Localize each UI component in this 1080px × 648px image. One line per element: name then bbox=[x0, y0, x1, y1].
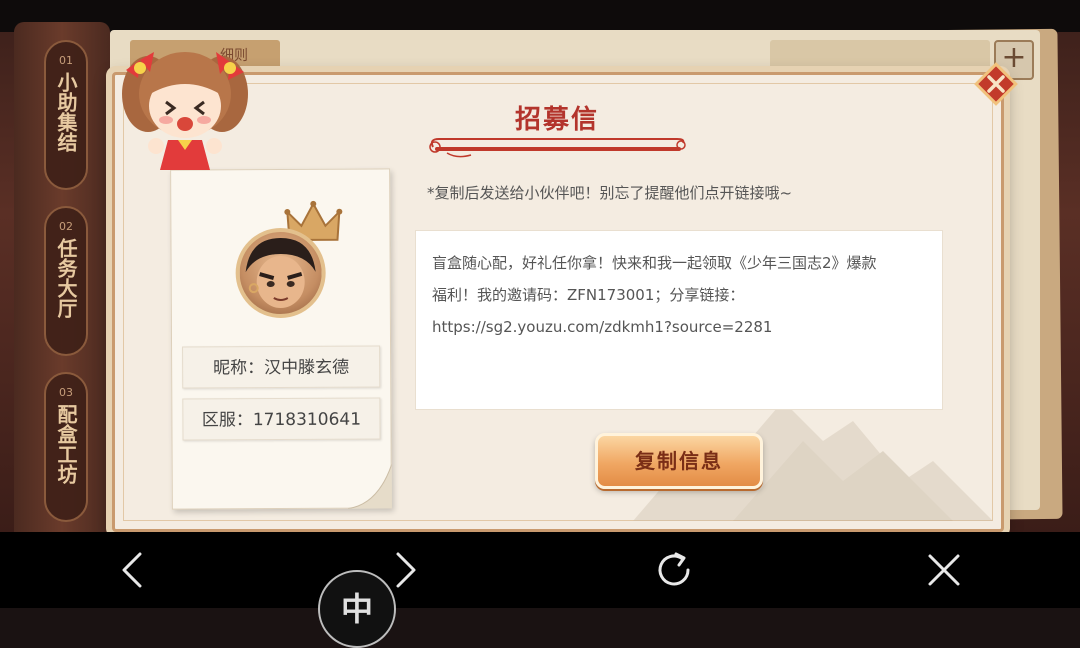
rail-item-label: 任务大厅 bbox=[54, 238, 78, 318]
copy-hint-text: *复制后发送给小伙伴吧！别忘了提醒他们点开链接哦~ bbox=[427, 184, 793, 202]
message-link: https://sg2.youzu.com/zdkmh1?source=2281 bbox=[432, 318, 773, 336]
rail-item-label: 配盒工坊 bbox=[54, 404, 78, 484]
title-ornament bbox=[429, 138, 686, 158]
avatar bbox=[235, 227, 326, 319]
left-nav-rail: 01 小助集结 02 任务大厅 03 配盒工坊 bbox=[14, 22, 110, 532]
profile-card: 昵称：汉中滕玄德 区服：1718310641 bbox=[170, 168, 392, 510]
back-icon[interactable] bbox=[112, 548, 156, 592]
page-curl-decoration bbox=[347, 464, 392, 509]
floating-assist-badge[interactable]: 中 bbox=[318, 570, 396, 648]
dialog-close-button[interactable] bbox=[974, 62, 1018, 106]
rail-item-box-workshop[interactable]: 03 配盒工坊 bbox=[44, 372, 88, 522]
hero-portrait-icon bbox=[245, 238, 316, 309]
message-line: 盲盒随心配，好礼任你拿！快来和我一起领取《少年三国志2》爆款 bbox=[432, 254, 877, 272]
background-tab bbox=[770, 40, 990, 72]
browser-bottom-bar bbox=[0, 532, 1080, 608]
copy-info-button[interactable]: 复制信息 bbox=[595, 433, 763, 489]
invite-message-box[interactable]: 盲盒随心配，好礼任你拿！快来和我一起领取《少年三国志2》爆款 福利！我的邀请码：… bbox=[415, 230, 943, 410]
rail-item-task-hall[interactable]: 02 任务大厅 bbox=[44, 206, 88, 356]
server-label: 区服：1718310641 bbox=[182, 397, 381, 441]
message-line: 福利！我的邀请码：ZFN173001；分享链接： bbox=[432, 286, 745, 304]
nickname-label: 昵称：汉中滕玄德 bbox=[182, 345, 381, 389]
rail-item-label: 小助集结 bbox=[54, 72, 78, 152]
rail-item-gather[interactable]: 01 小助集结 bbox=[44, 40, 88, 190]
dialog-title: 招募信 bbox=[514, 105, 599, 135]
mascot-girl-icon bbox=[122, 52, 248, 170]
refresh-icon[interactable] bbox=[652, 548, 696, 592]
close-icon[interactable] bbox=[922, 548, 966, 592]
